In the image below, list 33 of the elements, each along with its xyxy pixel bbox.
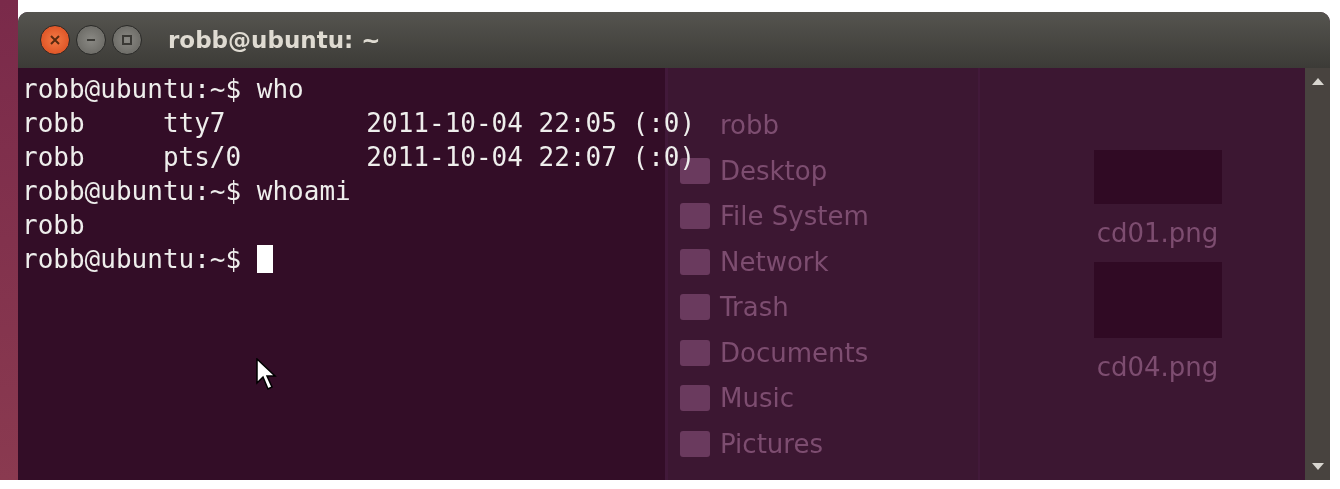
square-icon xyxy=(121,34,133,46)
terminal-line: robb xyxy=(22,209,85,242)
folder-icon xyxy=(680,248,710,275)
minimize-button[interactable] xyxy=(76,25,106,55)
folder-icon xyxy=(680,430,710,457)
text-cursor xyxy=(256,245,273,273)
down-arrow-icon[interactable] xyxy=(1310,462,1325,472)
file-name: cd04.png xyxy=(1096,352,1219,382)
sidebar-item: Documents xyxy=(720,337,869,368)
sidebar-item: Network xyxy=(720,246,829,277)
up-arrow-icon[interactable] xyxy=(1310,76,1325,86)
folder-icon xyxy=(680,294,710,320)
sidebar-item: Desktop xyxy=(720,155,828,186)
folder-icon xyxy=(680,385,710,411)
sidebar-item: Trash xyxy=(720,292,789,322)
terminal-line: robb@ubuntu:~$ xyxy=(22,243,243,276)
close-icon xyxy=(49,34,61,46)
sidebar-item: Pictures xyxy=(720,428,823,459)
mouse-pointer-icon xyxy=(256,358,278,392)
window-title: robb@ubuntu: ~ xyxy=(168,27,381,53)
terminal-line: robb tty7 2011-10-04 22:05 (:0) xyxy=(22,107,696,140)
terminal-line: robb@ubuntu:~$ whoami xyxy=(22,175,351,208)
close-button[interactable] xyxy=(40,25,70,55)
terminal-line: robb@ubuntu:~$ who xyxy=(22,73,304,106)
maximize-button[interactable] xyxy=(112,25,142,55)
sidebar-item: Music xyxy=(720,383,794,413)
folder-icon xyxy=(680,339,710,366)
file-name: cd01.png xyxy=(1096,218,1219,248)
sidebar-item: robb xyxy=(720,110,780,140)
folder-icon xyxy=(680,203,710,229)
sidebar-item: File System xyxy=(720,201,869,231)
terminal-line: robb pts/0 2011-10-04 22:07 (:0) xyxy=(22,141,696,174)
scrollbar[interactable] xyxy=(1305,68,1330,480)
